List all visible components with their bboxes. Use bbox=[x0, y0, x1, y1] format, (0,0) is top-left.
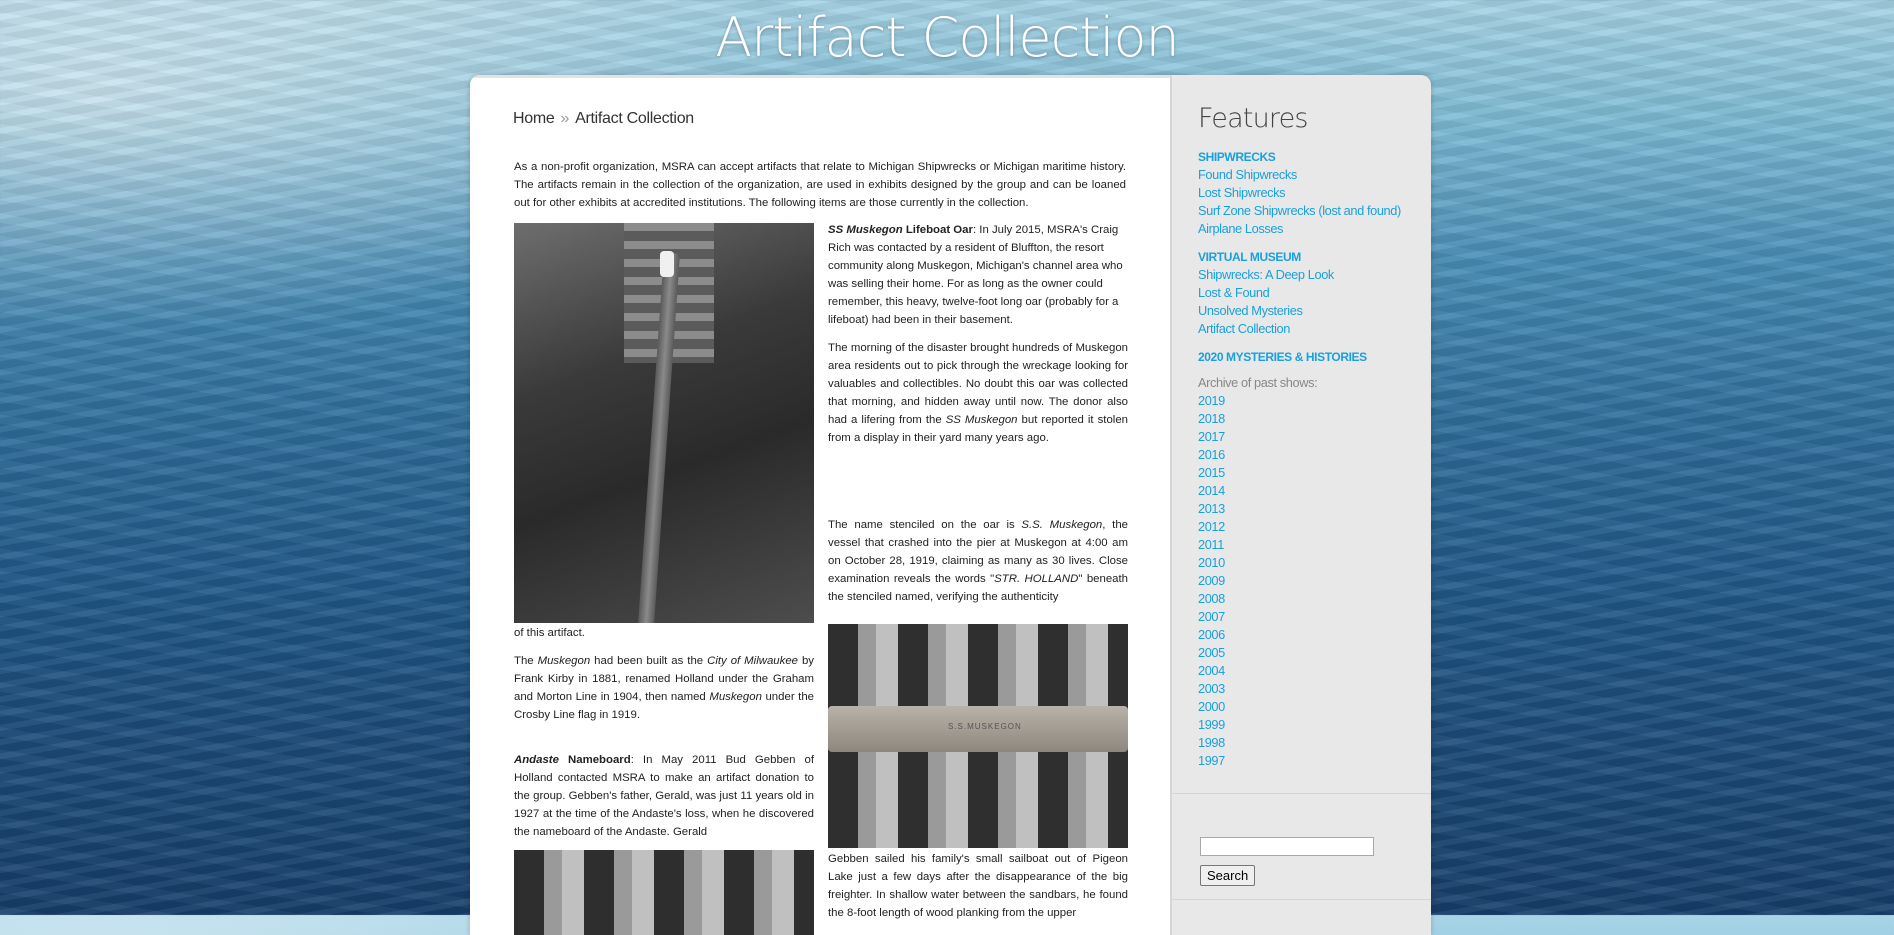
oar-paragraph-3-end: of this artifact. bbox=[514, 627, 585, 639]
oar-p4-italic-3: Muskegon bbox=[709, 691, 762, 703]
archive-year-link[interactable]: 2018 bbox=[1198, 410, 1423, 428]
archive-year-link[interactable]: 2015 bbox=[1198, 464, 1423, 482]
plank-shape: S.S.MUSKEGON bbox=[828, 706, 1128, 752]
archive-year-link[interactable]: 2013 bbox=[1198, 500, 1423, 518]
archive-year-link[interactable]: 1998 bbox=[1198, 734, 1423, 752]
andaste-title-rest: Nameboard bbox=[558, 754, 631, 766]
features-title: Features bbox=[1198, 103, 1309, 134]
site-title: Artifact Collection bbox=[715, 6, 1180, 69]
archive-year-link[interactable]: 2009 bbox=[1198, 572, 1423, 590]
nav-link-airplane-losses[interactable]: Airplane Losses bbox=[1198, 220, 1423, 238]
archive-year-link[interactable]: 2019 bbox=[1198, 392, 1423, 410]
oar-photo bbox=[514, 223, 814, 623]
breadcrumb-separator: » bbox=[560, 110, 570, 127]
nameboard-photo: S.S.MUSKEGON bbox=[828, 624, 1128, 848]
archive-year-link[interactable]: 2000 bbox=[1198, 698, 1423, 716]
search-input[interactable] bbox=[1200, 837, 1374, 856]
features-nav: SHIPWRECKS Found Shipwrecks Lost Shipwre… bbox=[1198, 148, 1423, 770]
andaste-paragraph-1: Andaste Nameboard: In May 2011 Bud Gebbe… bbox=[514, 751, 814, 841]
andaste-photo bbox=[514, 850, 814, 935]
andaste-p1-text: : In May 2011 Bud Gebben of Holland cont… bbox=[514, 754, 814, 838]
page-wrapper: Home » Artifact Collection As a non-profit… bbox=[470, 75, 1431, 935]
archive-label: Archive of past shows: bbox=[1198, 375, 1318, 390]
nav-link-found-shipwrecks[interactable]: Found Shipwrecks bbox=[1198, 166, 1423, 184]
archive-year-link[interactable]: 2017 bbox=[1198, 428, 1423, 446]
breadcrumb: Home » Artifact Collection bbox=[513, 110, 694, 128]
oar-p1-text: : In July 2015, MSRA's Craig Rich was co… bbox=[828, 224, 1123, 326]
oar-paragraph-3: The name stenciled on the oar is S.S. Mu… bbox=[828, 516, 1128, 606]
search-button[interactable]: Search bbox=[1200, 865, 1256, 886]
main-content: Home » Artifact Collection As a non-profit… bbox=[470, 75, 1170, 935]
breadcrumb-home-link[interactable]: Home bbox=[513, 110, 555, 127]
sidebar: Features SHIPWRECKS Found Shipwrecks Los… bbox=[1170, 75, 1431, 935]
andaste-paragraph-2: Gebben sailed his family's small sailboa… bbox=[828, 853, 1128, 919]
oar-title-rest: Lifeboat Oar bbox=[902, 224, 973, 236]
nav-link-unsolved-mysteries[interactable]: Unsolved Mysteries bbox=[1198, 302, 1423, 320]
archive-year-link[interactable]: 2014 bbox=[1198, 482, 1423, 500]
nav-link-lost-found[interactable]: Lost & Found bbox=[1198, 284, 1423, 302]
archive-year-link[interactable]: 1997 bbox=[1198, 752, 1423, 770]
oar-p3-text-a: The name stenciled on the oar is bbox=[828, 519, 1022, 531]
oar-p3-italic-2: STR. HOLLAND bbox=[994, 573, 1079, 585]
sidebar-divider-bottom bbox=[1172, 899, 1431, 900]
oar-p4-text-b: had been built as the bbox=[590, 655, 708, 667]
oar-p3-italic: S.S. Muskegon bbox=[1021, 519, 1103, 531]
oar-p2-italic: SS Muskegon bbox=[945, 414, 1018, 426]
intro-paragraph: As a non-profit organization, MSRA can a… bbox=[514, 161, 1126, 209]
archive-year-link[interactable]: 2005 bbox=[1198, 644, 1423, 662]
plank-stencil-text: S.S.MUSKEGON bbox=[948, 722, 1022, 731]
oar-p4-text-a: The bbox=[514, 655, 538, 667]
archive-year-link[interactable]: 2004 bbox=[1198, 662, 1423, 680]
breadcrumb-current: Artifact Collection bbox=[575, 110, 694, 127]
nav-link-deep-look[interactable]: Shipwrecks: A Deep Look bbox=[1198, 266, 1423, 284]
oar-blade-shape bbox=[660, 251, 674, 277]
nav-link-surf-zone[interactable]: Surf Zone Shipwrecks (lost and found) bbox=[1198, 202, 1423, 220]
oar-p4-italic-2: City of Milwaukee bbox=[707, 655, 798, 667]
archive-year-link[interactable]: 2003 bbox=[1198, 680, 1423, 698]
oar-title-italic: SS Muskegon bbox=[828, 224, 903, 236]
oar-p4-italic-1: Muskegon bbox=[537, 655, 591, 667]
archive-year-link[interactable]: 2007 bbox=[1198, 608, 1423, 626]
archive-year-link[interactable]: 2016 bbox=[1198, 446, 1423, 464]
archive-year-link[interactable]: 2012 bbox=[1198, 518, 1423, 536]
archive-year-list: 2019 2018 2017 2016 2015 2014 2013 2012 2011 2010… bbox=[1198, 392, 1423, 770]
archive-year-link[interactable]: 2006 bbox=[1198, 626, 1423, 644]
archive-year-link[interactable]: 1999 bbox=[1198, 716, 1423, 734]
nav-link-artifact-collection[interactable]: Artifact Collection bbox=[1198, 320, 1423, 338]
andaste-title-italic: Andaste bbox=[514, 754, 559, 766]
oar-paragraph-2: The morning of the disaster brought hund… bbox=[828, 339, 1128, 447]
archive-year-link[interactable]: 2011 bbox=[1198, 536, 1423, 554]
oar-paragraph-1: SS Muskegon Lifeboat Oar: In July 2015, … bbox=[828, 221, 1128, 329]
archive-year-link[interactable]: 2008 bbox=[1198, 590, 1423, 608]
nav-link-lost-shipwrecks[interactable]: Lost Shipwrecks bbox=[1198, 184, 1423, 202]
sidebar-divider bbox=[1172, 793, 1431, 794]
nav-head-virtual-museum[interactable]: VIRTUAL MUSEUM bbox=[1198, 248, 1423, 266]
oar-paragraph-4: The Muskegon had been built as the City … bbox=[514, 652, 814, 724]
nav-head-shipwrecks[interactable]: SHIPWRECKS bbox=[1198, 148, 1423, 166]
nav-head-2020-mysteries[interactable]: 2020 MYSTERIES & HISTORIES bbox=[1198, 348, 1423, 366]
archive-year-link[interactable]: 2010 bbox=[1198, 554, 1423, 572]
